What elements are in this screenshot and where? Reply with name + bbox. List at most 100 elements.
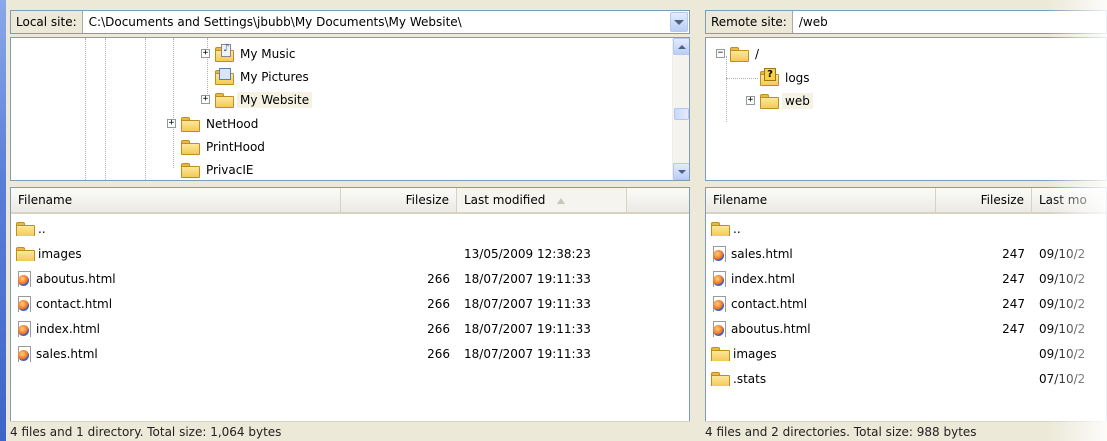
remote-file-list[interactable]: Filename Filesize Last mo .. sales.html … (705, 187, 1107, 441)
firefox-html-icon (16, 320, 32, 337)
column-header-filename[interactable]: Filename (706, 188, 936, 212)
list-header: Filename Filesize Last mo (706, 188, 1106, 214)
folder-icon (16, 246, 35, 261)
table-row[interactable]: aboutus.html 266 18/07/2007 19:11:33 (11, 266, 689, 291)
file-name: .stats (733, 371, 767, 386)
tree-item-nethood[interactable]: + NetHood (167, 112, 261, 135)
local-file-list[interactable]: Filename Filesize Last modified .. image… (10, 187, 690, 441)
tree-guide-line (85, 38, 86, 180)
column-header-last-modified[interactable]: Last modified (457, 188, 627, 212)
tree-item-logs[interactable]: ? logs (746, 66, 813, 89)
chevron-down-icon (677, 169, 686, 174)
file-modified: 09/10/2 (1039, 346, 1086, 361)
expand-icon[interactable]: + (201, 49, 210, 58)
folder-icon (181, 116, 200, 132)
tree-guide-line (145, 38, 146, 180)
firefox-html-icon (711, 270, 727, 287)
file-modified: 09/10/2 (1039, 271, 1086, 286)
column-header-filesize[interactable]: Filesize (341, 188, 457, 212)
folder-icon (215, 92, 234, 108)
table-row[interactable]: index.html 247 09/10/2 (706, 266, 1106, 291)
tree-item-label: logs (785, 70, 810, 85)
tree-item-label: / (755, 46, 760, 61)
tree-scrollbar[interactable] (672, 38, 689, 180)
table-row[interactable]: .stats 07/10/2 (706, 366, 1106, 391)
column-header-filesize[interactable]: Filesize (936, 188, 1032, 212)
expand-icon[interactable]: + (201, 95, 210, 104)
table-row[interactable]: contact.html 266 18/07/2007 19:11:33 (11, 291, 689, 316)
remote-path-label: Remote site: (706, 11, 793, 33)
file-size: 266 (427, 346, 450, 361)
table-row[interactable]: sales.html 247 09/10/2 (706, 241, 1106, 266)
scrollbar-thumb[interactable] (674, 108, 689, 120)
file-modified: 09/10/2 (1039, 296, 1086, 311)
local-path-input[interactable]: C:\Documents and Settings\jbubb\My Docum… (83, 15, 670, 29)
column-header-filename[interactable]: Filename (11, 188, 341, 212)
tree-item-my-website[interactable]: + My Website (201, 88, 313, 111)
file-name: .. (38, 221, 46, 236)
column-header-empty (627, 188, 689, 212)
collapse-icon[interactable]: − (716, 49, 725, 58)
file-size: 247 (1002, 271, 1025, 286)
file-name: index.html (731, 271, 795, 286)
chevron-up-icon (677, 44, 686, 49)
tree-item-my-music[interactable]: + My Music (201, 42, 298, 65)
remote-directory-tree[interactable]: − / ? logs + web (705, 37, 1107, 181)
scroll-down-button[interactable] (673, 163, 689, 180)
tree-item-label: web (782, 92, 813, 109)
tree-item-label: PrivacIE (206, 162, 254, 177)
tree-item-label: My Music (240, 46, 296, 61)
file-size: 247 (1002, 296, 1025, 311)
local-status-bar: 4 files and 1 directory. Total size: 1,0… (10, 421, 690, 441)
tree-item-web[interactable]: + web (746, 89, 813, 112)
file-name: aboutus.html (36, 271, 116, 286)
table-row[interactable]: index.html 266 18/07/2007 19:11:33 (11, 316, 689, 341)
folder-icon (181, 139, 200, 155)
firefox-html-icon (711, 320, 727, 337)
tree-item-label: My Website (237, 91, 313, 108)
remote-pane: Remote site: /web − / ? logs + web Filen… (701, 0, 1107, 441)
tree-item-label: My Pictures (240, 69, 309, 84)
scroll-up-button[interactable] (673, 38, 689, 55)
local-directory-tree[interactable]: + My Music My Pictures + My Website + Ne… (10, 37, 690, 181)
tree-item-my-pictures[interactable]: My Pictures (201, 65, 312, 88)
file-name: images (38, 246, 82, 261)
music-folder-icon (215, 43, 234, 62)
table-row[interactable]: images 13/05/2009 12:38:23 (11, 241, 689, 266)
folder-icon (16, 221, 35, 236)
column-header-last-modified[interactable]: Last mo (1032, 188, 1106, 212)
remote-path-bar[interactable]: Remote site: /web (705, 10, 1107, 34)
file-name: sales.html (731, 246, 793, 261)
file-name: aboutus.html (731, 321, 811, 336)
table-row[interactable]: images 09/10/2 (706, 341, 1106, 366)
tree-item-printhood[interactable]: PrintHood (167, 135, 268, 158)
remote-status-bar: 4 files and 2 directories. Total size: 9… (705, 421, 1107, 441)
file-size: 266 (427, 296, 450, 311)
table-row[interactable]: .. (706, 216, 1106, 241)
firefox-html-icon (711, 295, 727, 312)
list-header: Filename Filesize Last modified (11, 188, 689, 214)
file-modified: 18/07/2007 19:11:33 (464, 271, 591, 286)
file-name: index.html (36, 321, 100, 336)
file-modified: 09/10/2 (1039, 321, 1086, 336)
local-path-dropdown-button[interactable] (670, 12, 688, 32)
file-name: images (733, 346, 777, 361)
expand-icon[interactable]: + (746, 96, 755, 105)
folder-icon (181, 162, 200, 178)
folder-icon (711, 221, 730, 236)
expand-icon[interactable]: + (167, 119, 176, 128)
table-row[interactable]: aboutus.html 247 09/10/2 (706, 316, 1106, 341)
tree-item-root[interactable]: − / (716, 42, 762, 65)
table-row[interactable]: .. (11, 216, 689, 241)
remote-path-input[interactable]: /web (793, 15, 1106, 29)
table-row[interactable]: sales.html 266 18/07/2007 19:11:33 (11, 341, 689, 366)
folder-icon (711, 371, 730, 386)
table-row[interactable]: contact.html 247 09/10/2 (706, 291, 1106, 316)
chevron-down-icon (674, 19, 684, 25)
local-path-bar[interactable]: Local site: C:\Documents and Settings\jb… (10, 10, 690, 34)
tree-item-privacie[interactable]: PrivacIE (167, 158, 256, 180)
